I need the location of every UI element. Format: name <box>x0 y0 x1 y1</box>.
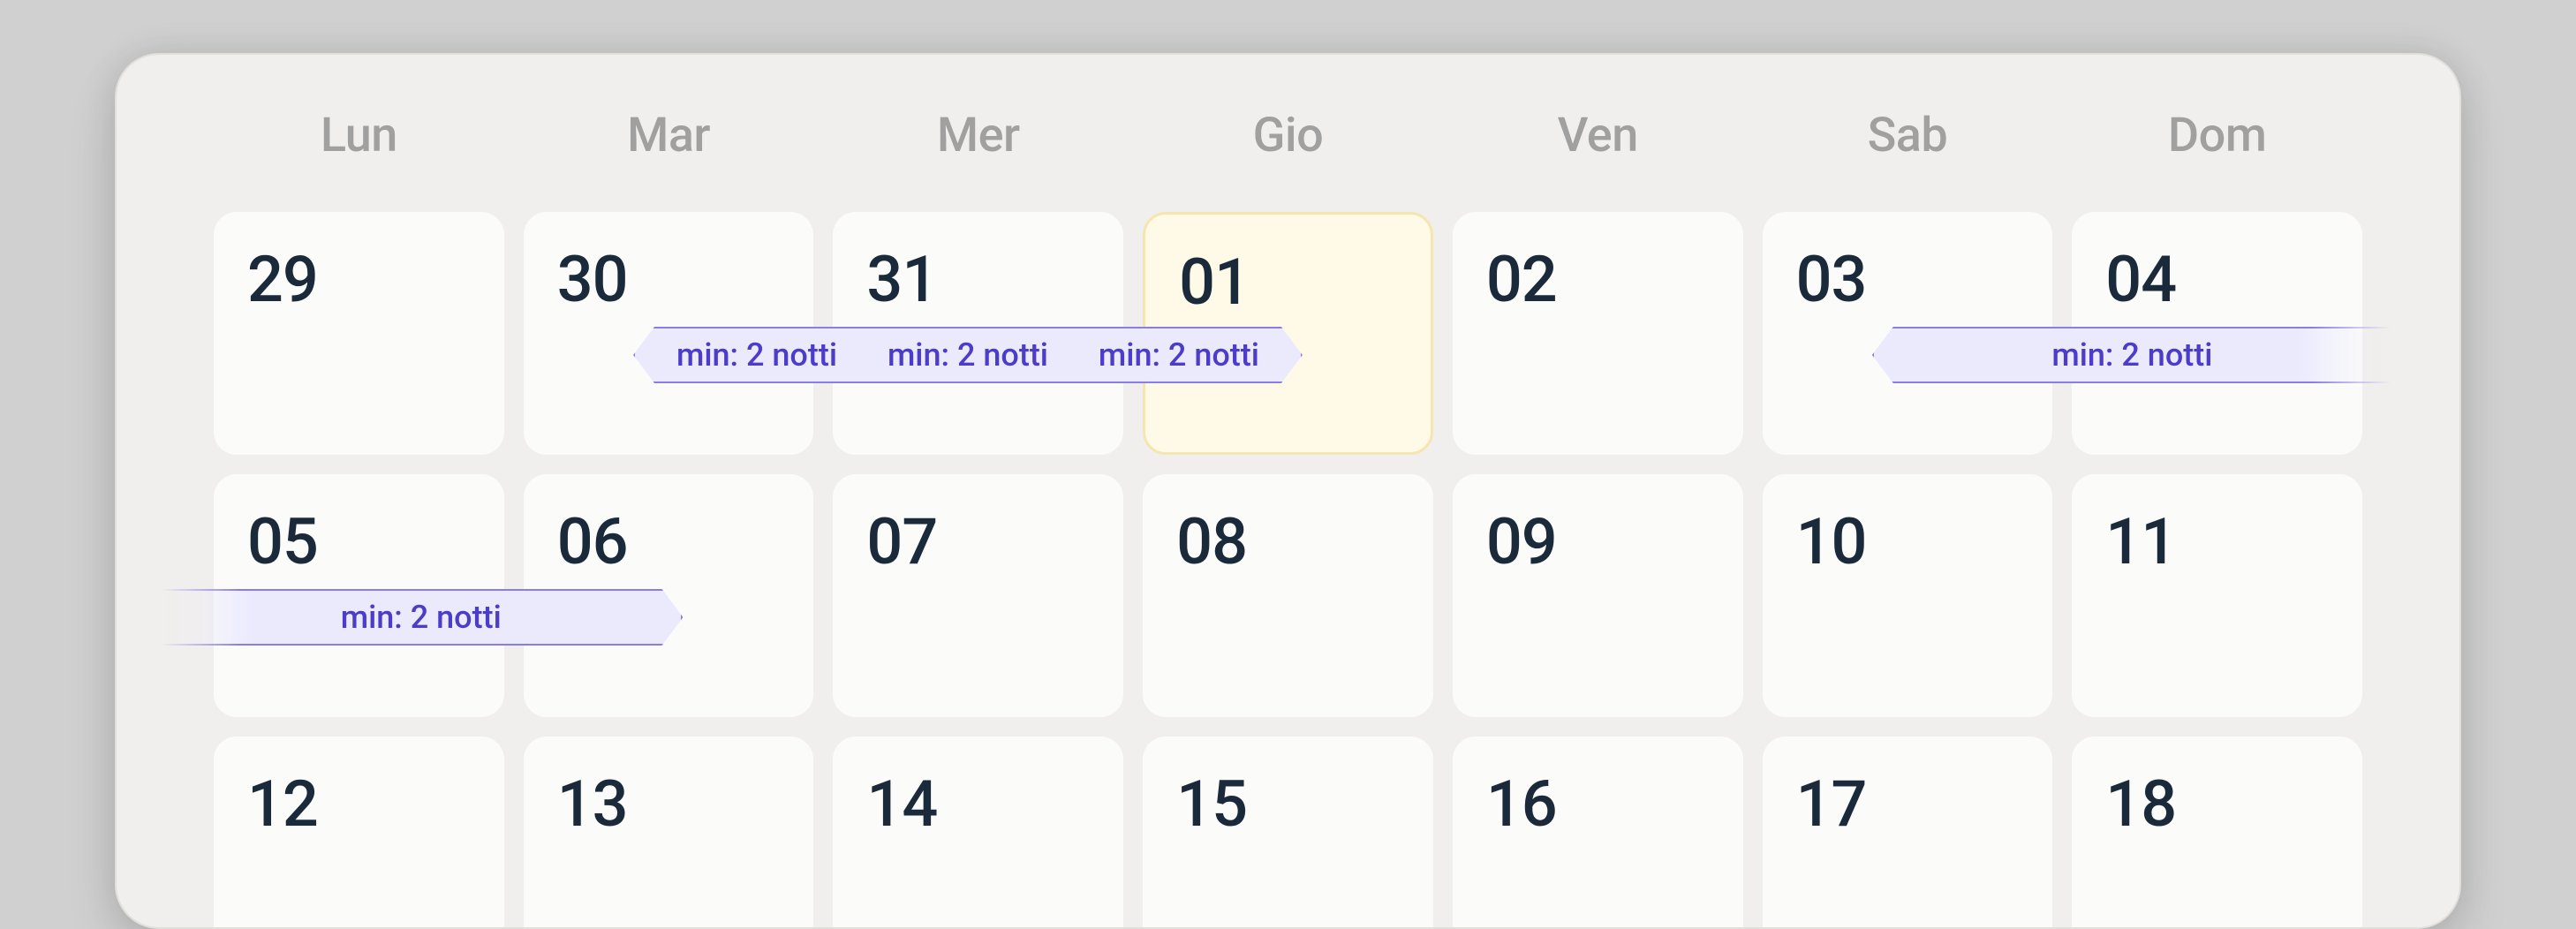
day-number: 09 <box>1486 504 1710 579</box>
day-number: 18 <box>2105 767 2329 842</box>
weekday-fri: Ven <box>1453 108 1743 163</box>
day-cell[interactable]: 16 <box>1453 736 1743 929</box>
day-cell[interactable]: 03 <box>1763 212 2053 455</box>
weekday-thu: Gio <box>1143 108 1433 163</box>
day-cell[interactable]: 31 <box>833 212 1123 455</box>
day-number: 03 <box>1796 242 2020 317</box>
day-number: 15 <box>1176 767 1400 842</box>
day-cell[interactable]: 08 <box>1143 474 1433 717</box>
calendar-grid: 29 30 31 01 02 03 04 05 06 07 08 09 10 11 12 13 14 15 16 17… <box>214 212 2362 929</box>
weekday-sun: Dom <box>2072 108 2362 163</box>
day-number: 07 <box>866 504 1090 579</box>
day-number: 13 <box>557 767 781 842</box>
weekday-mon: Lun <box>214 108 504 163</box>
day-cell[interactable]: 17 <box>1763 736 2053 929</box>
day-number: 29 <box>247 242 471 317</box>
day-cell[interactable]: 05 <box>214 474 504 717</box>
day-cell[interactable]: 02 <box>1453 212 1743 455</box>
day-number: 05 <box>247 504 471 579</box>
day-number: 31 <box>866 242 1090 317</box>
weekday-header-row: Lun Mar Mer Gio Ven Sab Dom <box>214 108 2362 163</box>
day-number: 17 <box>1796 767 2020 842</box>
day-number: 01 <box>1179 245 1397 320</box>
day-cell[interactable]: 14 <box>833 736 1123 929</box>
day-cell[interactable]: 09 <box>1453 474 1743 717</box>
day-number: 08 <box>1176 504 1400 579</box>
day-cell[interactable]: 04 <box>2072 212 2362 455</box>
day-number: 30 <box>557 242 781 317</box>
calendar-card: Lun Mar Mer Gio Ven Sab Dom 29 30 31 01 02 03… <box>115 53 2461 929</box>
day-cell[interactable]: 30 <box>524 212 814 455</box>
day-number: 10 <box>1796 504 2020 579</box>
weekday-wed: Mer <box>833 108 1123 163</box>
day-number: 06 <box>557 504 781 579</box>
day-number: 11 <box>2105 504 2329 579</box>
day-number: 04 <box>2105 242 2329 317</box>
day-cell[interactable]: 01 <box>1143 212 1433 455</box>
day-cell[interactable]: 06 <box>524 474 814 717</box>
day-cell[interactable]: 11 <box>2072 474 2362 717</box>
weekday-sat: Sab <box>1763 108 2053 163</box>
day-cell[interactable]: 29 <box>214 212 504 455</box>
day-number: 14 <box>866 767 1090 842</box>
day-number: 12 <box>247 767 471 842</box>
weekday-tue: Mar <box>524 108 814 163</box>
day-cell[interactable]: 10 <box>1763 474 2053 717</box>
day-number: 02 <box>1486 242 1710 317</box>
day-cell[interactable]: 18 <box>2072 736 2362 929</box>
day-number: 16 <box>1486 767 1710 842</box>
day-cell[interactable]: 13 <box>524 736 814 929</box>
day-cell[interactable]: 15 <box>1143 736 1433 929</box>
day-cell[interactable]: 07 <box>833 474 1123 717</box>
day-cell[interactable]: 12 <box>214 736 504 929</box>
